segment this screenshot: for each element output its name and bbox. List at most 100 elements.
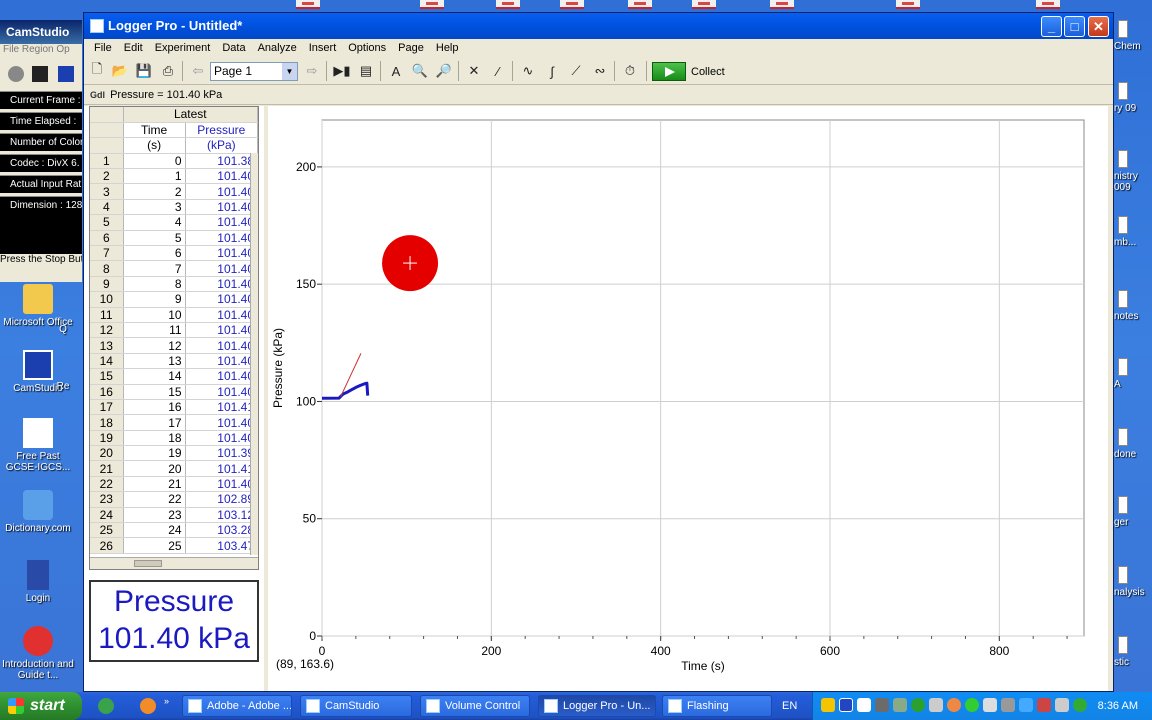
table-row[interactable]: 6 5 101.40 xyxy=(90,230,258,247)
desktop-icon-right[interactable]: A xyxy=(1114,358,1152,390)
time-cell[interactable]: 25 xyxy=(123,537,186,554)
row-number[interactable]: 13 xyxy=(90,337,124,354)
sensor-reading[interactable]: Pressure = 101.40 kPa xyxy=(110,89,222,101)
table-row[interactable]: 24 23 103.12 xyxy=(90,507,258,524)
row-number[interactable]: 6 xyxy=(90,230,124,247)
row-number[interactable]: 10 xyxy=(90,291,124,308)
alert-tray-icon[interactable] xyxy=(947,698,961,712)
desktop-icon-partial[interactable]: Re xyxy=(48,381,78,392)
camstudio-title[interactable]: CamStudio xyxy=(0,20,82,44)
time-cell[interactable]: 3 xyxy=(123,199,186,216)
clock[interactable]: 8:36 AM xyxy=(1098,692,1138,720)
time-cell[interactable]: 7 xyxy=(123,260,186,277)
pressure-cell[interactable]: 101.40 xyxy=(185,199,258,216)
pane-splitter[interactable] xyxy=(264,106,268,691)
time-cell[interactable]: 23 xyxy=(123,507,186,524)
chevron-down-icon[interactable]: ▼ xyxy=(282,63,297,80)
row-number[interactable]: 24 xyxy=(90,507,124,524)
time-cell[interactable]: 22 xyxy=(123,491,186,508)
camstudio-tray-icon[interactable] xyxy=(839,698,853,712)
new-file-icon[interactable]: 🗋 xyxy=(87,61,107,81)
desktop-icon-right[interactable]: Chem xyxy=(1114,20,1152,52)
row-number[interactable]: 5 xyxy=(90,214,124,231)
pressure-cell[interactable]: 101.41 xyxy=(185,399,258,416)
pressure-cell[interactable]: 101.40 xyxy=(185,322,258,339)
menu-help[interactable]: Help xyxy=(430,42,465,54)
table-row[interactable]: 16 15 101.40 xyxy=(90,384,258,400)
save-icon[interactable]: 💾 xyxy=(134,61,154,81)
taskbar-item-adobe[interactable]: Adobe - Adobe ... xyxy=(182,695,292,717)
menu-analyze[interactable]: Analyze xyxy=(252,42,303,54)
horizontal-scrollbar[interactable] xyxy=(90,557,258,569)
taskbar-item-camstudio[interactable]: CamStudio xyxy=(300,695,412,717)
row-number[interactable]: 25 xyxy=(90,522,124,539)
row-number[interactable]: 18 xyxy=(90,414,124,431)
table-row[interactable]: 13 12 101.40 xyxy=(90,337,258,354)
table-row[interactable]: 15 14 101.40 xyxy=(90,368,258,385)
logger-pro-window[interactable]: Logger Pro - Untitled* _ □ ✕ File Edit E… xyxy=(83,12,1114,692)
time-cell[interactable]: 10 xyxy=(123,307,186,323)
menu-options[interactable]: Options xyxy=(342,42,392,54)
sync-tray-icon[interactable] xyxy=(1073,698,1087,712)
document-tray-icon[interactable] xyxy=(857,698,871,712)
desktop-icon-login[interactable]: Login xyxy=(0,560,76,604)
time-cell[interactable]: 4 xyxy=(123,214,186,231)
messenger-icon[interactable] xyxy=(98,698,114,714)
pressure-cell[interactable]: 101.40 xyxy=(185,276,258,293)
menu-page[interactable]: Page xyxy=(392,42,430,54)
table-row[interactable]: 8 7 101.40 xyxy=(90,260,258,277)
stop-icon[interactable] xyxy=(58,66,74,82)
plot-frame[interactable] xyxy=(321,119,1085,637)
taskbar-item-volume[interactable]: Volume Control xyxy=(420,695,530,717)
pressure-cell[interactable]: 101.40 xyxy=(185,368,258,385)
open-folder-icon[interactable]: 📂 xyxy=(110,61,130,81)
examine-icon[interactable]: ✕ xyxy=(464,61,484,81)
row-number[interactable]: 17 xyxy=(90,399,124,416)
time-cell[interactable]: 8 xyxy=(123,276,186,293)
next-page-icon[interactable]: ⇨ xyxy=(302,61,322,81)
volume-tray-icon[interactable] xyxy=(983,698,997,712)
row-number[interactable]: 21 xyxy=(90,460,124,477)
tool-tray-icon[interactable] xyxy=(875,698,889,712)
browser-icon[interactable] xyxy=(140,698,156,714)
pressure-time-graph[interactable]: 0 200 400 600 800 0 50 100 150 200 Time (s) Pressur… xyxy=(270,106,1108,691)
time-cell[interactable]: 6 xyxy=(123,245,186,262)
column-header-pressure[interactable]: Pressure xyxy=(185,122,258,139)
pressure-cell[interactable]: 101.40 xyxy=(185,291,258,308)
time-cell[interactable]: 24 xyxy=(123,522,186,539)
time-cell[interactable]: 14 xyxy=(123,368,186,385)
pressure-cell[interactable]: 101.40 xyxy=(185,214,258,231)
close-button[interactable]: ✕ xyxy=(1088,16,1109,37)
table-row[interactable]: 14 13 101.40 xyxy=(90,353,258,370)
pressure-cell[interactable]: 102.89 xyxy=(185,491,258,508)
zoom-in-icon[interactable]: 🔍 xyxy=(410,61,430,81)
table-row[interactable]: 19 18 101.40 xyxy=(90,430,258,447)
pressure-cell[interactable]: 101.40 xyxy=(185,337,258,354)
taskbar-item-flashing[interactable]: Flashing xyxy=(662,695,772,717)
desktop-icon-right[interactable]: ger xyxy=(1114,496,1152,528)
table-row[interactable]: 17 16 101.41 xyxy=(90,399,258,416)
time-cell[interactable]: 20 xyxy=(123,460,186,477)
time-cell[interactable]: 11 xyxy=(123,322,186,339)
row-number[interactable]: 16 xyxy=(90,384,124,400)
row-number[interactable]: 22 xyxy=(90,476,124,493)
time-cell[interactable]: 15 xyxy=(123,384,186,400)
taskbar-item-logger-pro[interactable]: Logger Pro - Un... xyxy=(538,695,656,717)
statistics-icon[interactable]: ∿ xyxy=(518,61,538,81)
pressure-cell[interactable]: 101.40 xyxy=(185,307,258,323)
time-cell[interactable]: 21 xyxy=(123,476,186,493)
table-row[interactable]: 5 4 101.40 xyxy=(90,214,258,231)
desktop-icon-introduction[interactable]: Introduction and Guide t... xyxy=(0,626,76,681)
time-cell[interactable]: 2 xyxy=(123,183,186,200)
wifi-tray-icon[interactable] xyxy=(1019,698,1033,712)
time-cell[interactable]: 9 xyxy=(123,291,186,308)
network-tray-icon[interactable] xyxy=(893,698,907,712)
pressure-cell[interactable]: 103.47 xyxy=(185,537,258,554)
row-number[interactable]: 7 xyxy=(90,245,124,262)
camstudio-menu[interactable]: File Region Op xyxy=(0,44,82,58)
row-number[interactable]: 23 xyxy=(90,491,124,508)
chevron-up-icon[interactable]: » xyxy=(164,696,172,706)
update-tray-icon[interactable] xyxy=(911,698,925,712)
time-cell[interactable]: 13 xyxy=(123,353,186,370)
row-number[interactable]: 26 xyxy=(90,537,124,554)
